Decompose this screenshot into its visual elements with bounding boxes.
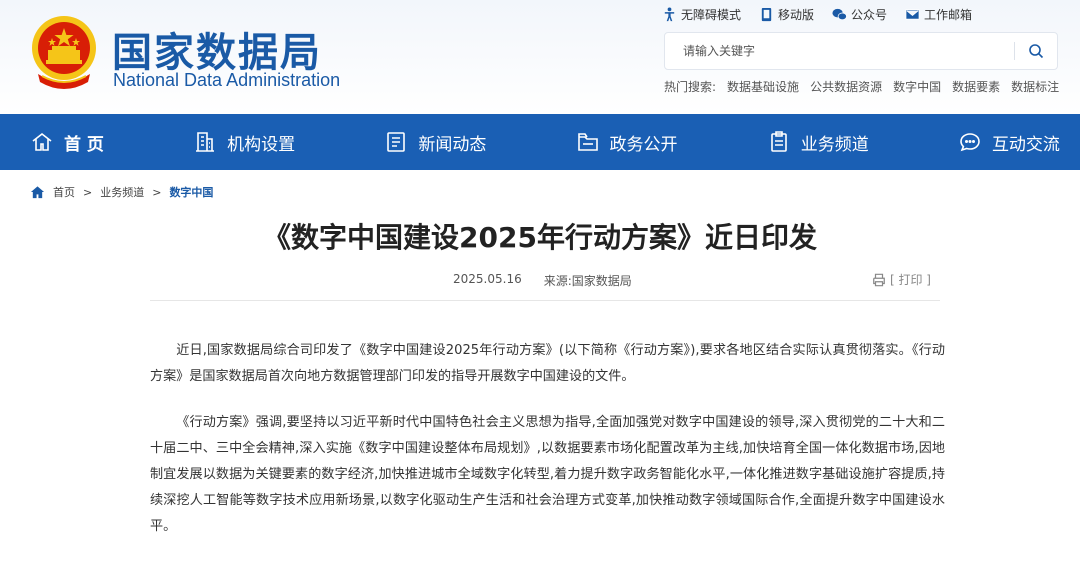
search-icon <box>1029 44 1044 59</box>
nav-label: 新闻动态 <box>418 134 487 155</box>
hot-search-link[interactable]: 数据基础设施 <box>727 78 799 95</box>
printer-icon <box>873 273 885 286</box>
print-label: [ 打印 ] <box>890 273 931 287</box>
mail-link[interactable]: 工作邮箱 <box>905 6 972 23</box>
mail-icon <box>905 9 920 20</box>
hot-searches-label: 热门搜索: <box>664 80 717 94</box>
mobile-link[interactable]: 移动版 <box>759 6 814 23</box>
search-input[interactable] <box>665 33 1014 69</box>
mobile-label: 移动版 <box>778 8 815 22</box>
hot-searches: 热门搜索: 数据基础设施 公共数据资源 数字中国 数据要素 数据标注 <box>664 78 1059 95</box>
home-icon <box>30 185 45 198</box>
main-nav: 首 页 机构设置 新闻动态 政务公开 业务频道 互动交流 <box>0 114 1080 170</box>
wechat-icon <box>832 8 847 21</box>
nav-item-home[interactable]: 首 页 <box>30 130 104 155</box>
accessibility-label: 无障碍模式 <box>681 8 742 22</box>
nav-label: 互动交流 <box>991 134 1060 155</box>
chat-icon <box>960 133 980 152</box>
hot-search-link[interactable]: 数字中国 <box>893 78 941 95</box>
nav-item-business-channels[interactable]: 业务频道 <box>767 130 869 155</box>
clipboard-icon <box>770 131 787 152</box>
breadcrumb: 首页 > 业务频道 > 数字中国 <box>30 184 213 200</box>
search-button[interactable] <box>1015 33 1057 69</box>
nav-label: 首 页 <box>64 134 104 155</box>
mobile-icon <box>761 7 772 22</box>
article-meta: 2025.05.16 来源:国家数据局 <box>453 272 632 289</box>
search-box <box>664 32 1058 70</box>
wechat-label: 公众号 <box>851 8 888 22</box>
print-button[interactable]: [ 打印 ] <box>872 271 931 288</box>
meta-divider <box>150 300 940 301</box>
wechat-link[interactable]: 公众号 <box>832 6 887 23</box>
national-emblem-icon[interactable] <box>28 14 100 94</box>
hot-search-link[interactable]: 数据要素 <box>952 78 1000 95</box>
article-title: 《数字中国建设2025年行动方案》近日印发 <box>263 221 817 254</box>
building-icon <box>196 132 215 152</box>
article-paragraph: 《行动方案》强调,要坚持以习近平新时代中国特色社会主义思想为指导,全面加强党对数… <box>150 415 945 534</box>
nav-label: 机构设置 <box>227 134 296 155</box>
breadcrumb-home[interactable]: 首页 <box>53 184 75 200</box>
article-body: 近日,国家数据局综合司印发了《数字中国建设2025年行动方案》(以下简称《行动方… <box>150 338 945 560</box>
utility-links: 无障碍模式 移动版 公众号 工作邮箱 <box>662 6 972 23</box>
home-icon <box>32 132 52 151</box>
nav-item-news[interactable]: 新闻动态 <box>384 130 486 155</box>
nav-item-interaction[interactable]: 互动交流 <box>958 130 1060 155</box>
site-subtitle: National Data Administration <box>113 70 341 90</box>
accessibility-link[interactable]: 无障碍模式 <box>662 6 741 23</box>
accessibility-icon <box>664 7 675 22</box>
nav-label: 业务频道 <box>800 134 869 155</box>
article-date: 2025.05.16 <box>453 272 522 286</box>
news-icon <box>387 132 406 152</box>
folder-icon <box>577 133 598 151</box>
nav-item-government-affairs[interactable]: 政务公开 <box>576 130 678 155</box>
hot-search-link[interactable]: 公共数据资源 <box>810 78 882 95</box>
mail-label: 工作邮箱 <box>924 8 973 22</box>
breadcrumb-business-channels[interactable]: 业务频道 <box>100 184 144 200</box>
hot-search-link[interactable]: 数据标注 <box>1011 78 1059 95</box>
article-paragraph: 近日,国家数据局综合司印发了《数字中国建设2025年行动方案》(以下简称《行动方… <box>150 343 945 384</box>
nav-label: 政务公开 <box>609 134 678 155</box>
breadcrumb-current[interactable]: 数字中国 <box>169 184 213 200</box>
breadcrumb-separator: > <box>83 185 93 199</box>
site-header: 国家数据局 National Data Administration 无障碍模式… <box>0 0 1080 114</box>
article-source: 来源:国家数据局 <box>543 274 632 288</box>
nav-item-organization[interactable]: 机构设置 <box>193 130 295 155</box>
breadcrumb-separator: > <box>152 185 162 199</box>
